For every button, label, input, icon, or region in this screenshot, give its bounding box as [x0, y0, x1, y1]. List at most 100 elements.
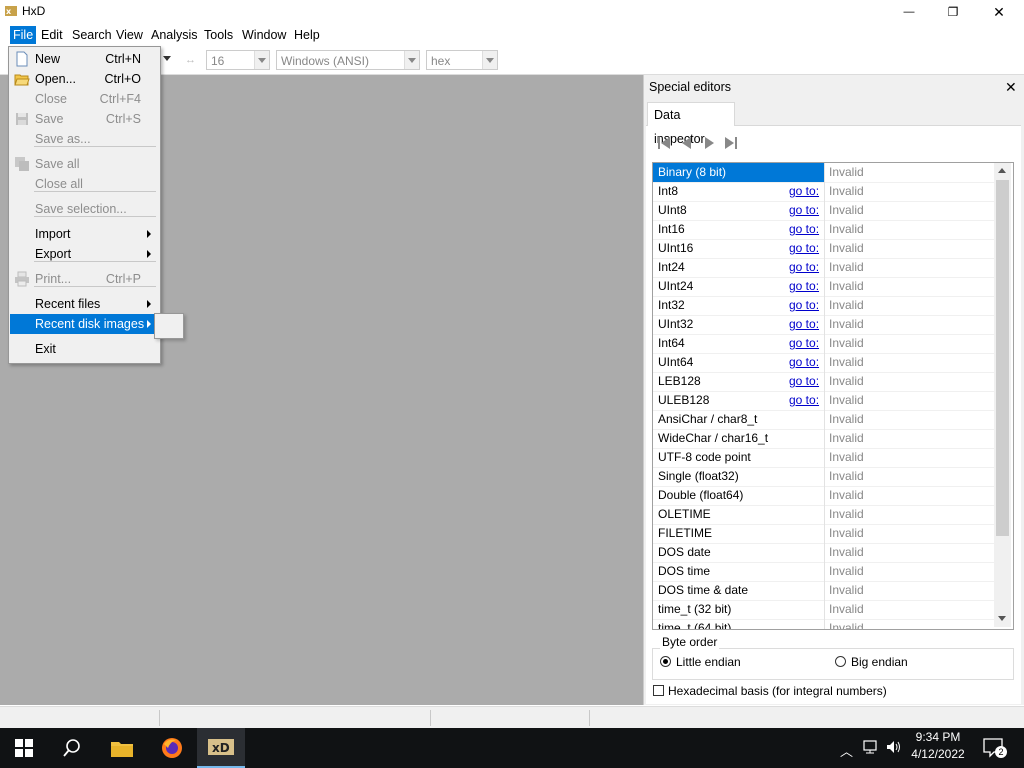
scroll-down-icon[interactable] — [998, 616, 1006, 621]
inspector-value[interactable]: Invalid — [829, 336, 864, 350]
menu-window[interactable]: Window — [239, 26, 289, 44]
inspector-value[interactable]: Invalid — [829, 355, 864, 369]
goto-link[interactable]: go to: — [789, 241, 819, 255]
file-menu-item-new[interactable]: New Ctrl+N — [10, 49, 159, 69]
inspector-value[interactable]: Invalid — [829, 469, 864, 483]
bytes-per-row-combo[interactable]: 16 — [206, 50, 270, 70]
inspector-value[interactable]: Invalid — [829, 317, 864, 331]
file-menu-item-recent-files[interactable]: Recent files — [10, 294, 159, 314]
goto-link[interactable]: go to: — [789, 317, 819, 331]
inspector-value[interactable]: Invalid — [829, 279, 864, 293]
inspector-row[interactable]: Double (float64) Invalid — [653, 486, 994, 506]
inspector-value[interactable]: Invalid — [829, 526, 864, 540]
big-endian-label[interactable]: Big endian — [851, 655, 908, 669]
inspector-row[interactable]: Int16 go to: Invalid — [653, 220, 994, 240]
inspector-row[interactable]: time_t (64 bit) Invalid — [653, 619, 994, 629]
hex-basis-checkbox[interactable] — [653, 685, 664, 696]
offset-base-combo[interactable]: hex — [426, 50, 498, 70]
scrollbar-thumb[interactable] — [996, 180, 1009, 536]
inspector-value[interactable]: Invalid — [829, 184, 864, 198]
inspector-row[interactable]: UInt16 go to: Invalid — [653, 239, 994, 259]
inspector-row[interactable]: UInt64 go to: Invalid — [653, 353, 994, 373]
inspector-row[interactable]: Single (float32) Invalid — [653, 467, 994, 487]
inspector-value[interactable]: Invalid — [829, 583, 864, 597]
inspector-row[interactable]: time_t (32 bit) Invalid — [653, 600, 994, 620]
file-menu-item-open[interactable]: Open... Ctrl+O — [10, 69, 159, 89]
inspector-row[interactable]: DOS time Invalid — [653, 562, 994, 582]
inspector-value[interactable]: Invalid — [829, 374, 864, 388]
goto-link[interactable]: go to: — [789, 184, 819, 198]
firefox-button[interactable] — [148, 728, 196, 768]
first-icon[interactable] — [655, 135, 673, 151]
inspector-row[interactable]: UInt8 go to: Invalid — [653, 201, 994, 221]
inspector-row[interactable]: UInt32 go to: Invalid — [653, 315, 994, 335]
inspector-row[interactable]: Int32 go to: Invalid — [653, 296, 994, 316]
inspector-value[interactable]: Invalid — [829, 564, 864, 578]
tab-data-inspector[interactable]: Data inspector — [647, 102, 735, 146]
panel-close-button[interactable]: ✕ — [1005, 79, 1017, 96]
inspector-value[interactable]: Invalid — [829, 488, 864, 502]
inspector-row[interactable]: DOS date Invalid — [653, 543, 994, 563]
inspector-row[interactable]: ULEB128 go to: Invalid — [653, 391, 994, 411]
inspector-value[interactable]: Invalid — [829, 602, 864, 616]
hxd-taskbar-button[interactable]: xD — [197, 728, 245, 768]
menu-tools[interactable]: Tools — [201, 26, 236, 44]
big-endian-radio[interactable] — [835, 656, 846, 667]
goto-link[interactable]: go to: — [789, 203, 819, 217]
goto-link[interactable]: go to: — [789, 298, 819, 312]
notifications-button[interactable]: 2 — [983, 738, 1007, 758]
goto-link[interactable]: go to: — [789, 374, 819, 388]
menu-edit[interactable]: Edit — [38, 26, 66, 44]
goto-link[interactable]: go to: — [789, 393, 819, 407]
goto-link[interactable]: go to: — [789, 260, 819, 274]
little-endian-label[interactable]: Little endian — [676, 655, 741, 669]
search-button[interactable] — [48, 728, 96, 768]
little-endian-radio[interactable] — [660, 656, 671, 667]
inspector-value[interactable]: Invalid — [829, 431, 864, 445]
file-explorer-button[interactable] — [98, 728, 146, 768]
inspector-value[interactable]: Invalid — [829, 165, 864, 179]
minimize-button[interactable]: — — [886, 0, 932, 24]
goto-link[interactable]: go to: — [789, 279, 819, 293]
previous-icon[interactable] — [678, 135, 696, 151]
inspector-value[interactable]: Invalid — [829, 507, 864, 521]
menu-search[interactable]: Search — [69, 26, 115, 44]
start-button[interactable] — [0, 728, 48, 768]
clock[interactable]: 9:34 PM 4/12/2022 — [898, 730, 978, 761]
goto-link[interactable]: go to: — [789, 355, 819, 369]
inspector-row[interactable]: Int64 go to: Invalid — [653, 334, 994, 354]
inspector-row[interactable]: Int24 go to: Invalid — [653, 258, 994, 278]
inspector-row[interactable]: DOS time & date Invalid — [653, 581, 994, 601]
inspector-value[interactable]: Invalid — [829, 621, 864, 629]
file-menu-item-import[interactable]: Import — [10, 224, 159, 244]
menu-view[interactable]: View — [113, 26, 146, 44]
file-menu-item-recent-disk-images[interactable]: Recent disk images — [10, 314, 159, 334]
toolbar-dropdown-arrow[interactable] — [163, 56, 171, 61]
network-icon[interactable] — [862, 739, 880, 755]
inspector-row[interactable]: UTF-8 code point Invalid — [653, 448, 994, 468]
inspector-value[interactable]: Invalid — [829, 260, 864, 274]
inspector-row[interactable]: Int8 go to: Invalid — [653, 182, 994, 202]
inspector-value[interactable]: Invalid — [829, 412, 864, 426]
inspector-value[interactable]: Invalid — [829, 450, 864, 464]
menu-analysis[interactable]: Analysis — [148, 26, 201, 44]
inspector-row[interactable]: Binary (8 bit) Invalid — [653, 163, 994, 183]
inspector-row[interactable]: FILETIME Invalid — [653, 524, 994, 544]
scroll-up-icon[interactable] — [998, 168, 1006, 173]
inspector-value[interactable]: Invalid — [829, 545, 864, 559]
chevron-up-icon[interactable]: ︿ — [840, 741, 853, 760]
inspector-row[interactable]: WideChar / char16_t Invalid — [653, 429, 994, 449]
inspector-value[interactable]: Invalid — [829, 298, 864, 312]
hex-basis-label[interactable]: Hexadecimal basis (for integral numbers) — [668, 684, 887, 698]
inspector-value[interactable]: Invalid — [829, 203, 864, 217]
inspector-value[interactable]: Invalid — [829, 241, 864, 255]
inspector-row[interactable]: AnsiChar / char8_t Invalid — [653, 410, 994, 430]
inspector-value[interactable]: Invalid — [829, 393, 864, 407]
hxd-app-icon[interactable]: x — [5, 5, 17, 17]
file-menu-item-export[interactable]: Export — [10, 244, 159, 264]
file-menu-item-exit[interactable]: Exit — [10, 339, 159, 359]
inspector-row[interactable]: OLETIME Invalid — [653, 505, 994, 525]
close-window-button[interactable]: ✕ — [976, 0, 1022, 24]
inspector-row[interactable]: LEB128 go to: Invalid — [653, 372, 994, 392]
last-icon[interactable] — [722, 135, 740, 151]
